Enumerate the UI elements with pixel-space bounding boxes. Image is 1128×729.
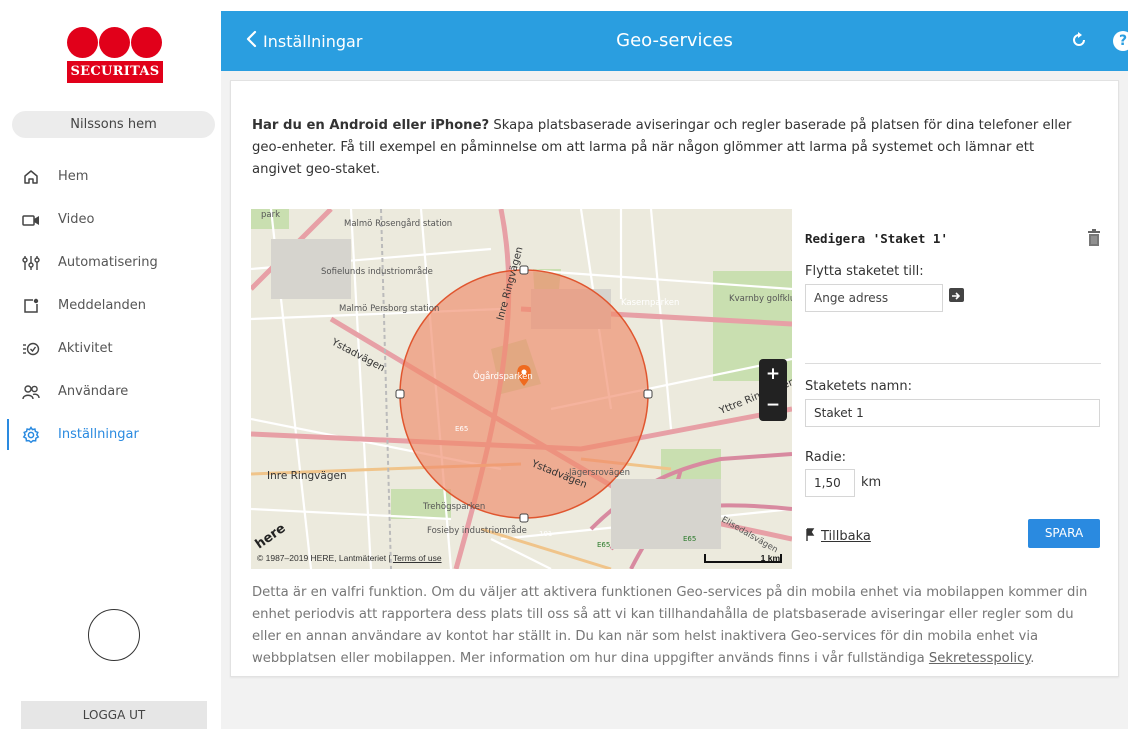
privacy-note: Detta är en valfri funktion. Om du välje… [252,582,1102,670]
edit-fence-title: Redigera 'Staket 1' [805,231,948,246]
map-label: Kasernparken [621,298,679,308]
map-label: Ögårdsparken [473,371,533,382]
users-icon [22,383,40,401]
sidebar-item-label: Hem [58,169,89,184]
map-label: Trehögsparken [422,502,485,512]
home-selector[interactable]: Nilssons hem [12,111,215,138]
sidebar: SECURITAS Nilssons hem Hem Video Automat… [0,0,221,729]
panel-divider [805,363,1101,364]
move-fence-label: Flytta staketet till: [805,264,924,279]
trash-icon[interactable] [1088,229,1100,246]
panic-button[interactable] [88,609,140,661]
securitas-logo[interactable]: SECURITAS [67,27,163,89]
sidebar-item-aktivitet[interactable]: Aktivitet [0,327,221,370]
map-label: Inre Ringvägen [267,470,347,482]
back-link-label: Tillbaka [821,528,871,544]
map-label: Fosieby industriområde [427,525,527,536]
sidebar-item-anvandare[interactable]: Användare [0,370,221,413]
sidebar-item-label: Automatisering [58,255,158,270]
sidebar-nav: Hem Video Automatisering Meddelanden Akt… [0,155,221,456]
sidebar-item-label: Användare [58,384,129,399]
sidebar-item-installningar[interactable]: Inställningar [0,413,221,456]
radius-unit: km [861,475,882,490]
refresh-icon[interactable] [1070,31,1088,49]
terms-of-use-link[interactable]: Terms of use [393,553,442,563]
map-scale-bar: 1 km [704,554,782,563]
privacy-policy-link[interactable]: Sekretesspolicy [929,651,1030,666]
sidebar-item-hem[interactable]: Hem [0,155,221,198]
fence-name-label: Staketets namn: [805,379,912,394]
map-label: 101 [539,530,552,538]
activity-icon [22,340,40,358]
address-field[interactable]: Ange adress [805,284,943,312]
map-label: Malmö Rosengård station [344,218,452,229]
map-copyright: © 1987–2019 HERE, Lantmäteriet | Terms o… [257,553,442,563]
map-label: E65 [683,535,696,543]
sidebar-item-meddelanden[interactable]: Meddelanden [0,284,221,327]
sidebar-item-label: Inställningar [58,427,139,442]
radius-input[interactable]: 1,50 [805,469,855,497]
intro-text: Har du en Android eller iPhone? Skapa pl… [252,115,1082,181]
arrow-right-icon[interactable] [949,288,964,302]
message-icon [22,297,40,315]
logo-dot [99,27,130,58]
logo-dot [131,27,162,58]
map-copyright-text: © 1987–2019 HERE, Lantmäteriet | [257,553,393,563]
geofence-map[interactable]: park Malmö Rosengård station Sofielunds … [251,209,792,569]
map-label: park [261,210,280,220]
gear-icon [22,425,40,444]
map-label: Malmö Persborg station [339,304,439,314]
logo-dot [67,27,98,58]
sidebar-item-video[interactable]: Video [0,198,221,241]
fence-name-input[interactable]: Staket 1 [805,399,1100,427]
intro-bold: Har du en Android eller iPhone? [252,118,490,133]
save-button[interactable]: SPARA [1028,519,1100,548]
back-arrow-icon [805,527,817,545]
map-label: Kvarnby golfklubb [729,294,792,304]
geo-services-card: Har du en Android eller iPhone? Skapa pl… [230,80,1119,677]
sidebar-item-label: Video [58,212,95,227]
zoom-in-button[interactable]: + [759,359,787,390]
sidebar-item-label: Meddelanden [58,298,147,313]
sliders-icon [22,254,40,272]
map-label: E65 [455,425,468,433]
zoom-out-button[interactable]: − [759,390,787,421]
logout-button[interactable]: LOGGA UT [21,701,207,729]
logo-wordmark: SECURITAS [67,61,163,83]
zoom-controls: + − [759,359,787,421]
page-title: Geo-services [616,30,733,51]
radius-label: Radie: [805,450,846,465]
sidebar-item-label: Aktivitet [58,341,113,356]
map-label: E65 [597,541,610,549]
video-icon [22,211,40,229]
help-icon[interactable]: ? [1113,31,1128,51]
map-label: Sofielunds industriområde [321,266,433,277]
home-icon [22,168,40,186]
privacy-note-end: . [1030,651,1035,666]
sidebar-item-automatisering[interactable]: Automatisering [0,241,221,284]
header-bar: Inställningar Geo-services ? [221,11,1128,71]
back-link[interactable]: Tillbaka [805,527,871,545]
